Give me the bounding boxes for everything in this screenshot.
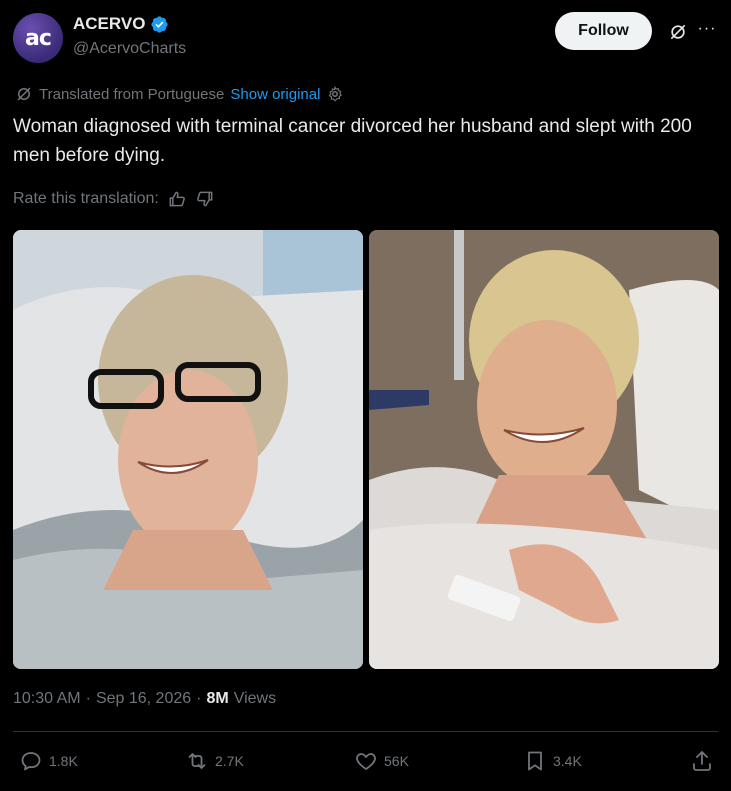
thumbs-up-icon[interactable] bbox=[167, 189, 187, 209]
like-button[interactable]: 56K bbox=[354, 749, 409, 773]
rate-translation-label: Rate this translation: bbox=[13, 190, 159, 207]
share-icon bbox=[693, 751, 711, 771]
follow-button[interactable]: Follow bbox=[555, 12, 652, 50]
tweet-text: Woman diagnosed with terminal cancer div… bbox=[13, 116, 692, 166]
meta-separator: · bbox=[85, 690, 91, 707]
tweet-date[interactable]: Sep 16, 2026 bbox=[96, 690, 191, 708]
heart-icon bbox=[356, 753, 376, 770]
rate-translation-row: Rate this translation: bbox=[13, 189, 215, 209]
photo-illustration bbox=[13, 230, 363, 669]
bookmark-icon bbox=[528, 751, 542, 771]
repost-count: 2.7K bbox=[215, 753, 244, 769]
reply-icon bbox=[21, 752, 41, 771]
tweet-time[interactable]: 10:30 AM bbox=[13, 690, 81, 708]
author-name[interactable]: ACERVO bbox=[73, 14, 145, 34]
tweet-media bbox=[13, 230, 720, 669]
reply-count: 1.8K bbox=[49, 753, 78, 769]
divider bbox=[13, 731, 718, 732]
photo-woman-glasses-hospital-bed[interactable] bbox=[13, 230, 363, 669]
bookmark-button[interactable]: 3.4K bbox=[523, 749, 582, 773]
translation-note: Translated from Portuguese Show original bbox=[15, 85, 344, 103]
photo-woman-hospital-wristband[interactable] bbox=[369, 230, 719, 669]
views-label: Views bbox=[233, 690, 277, 707]
bookmark-count: 3.4K bbox=[553, 753, 582, 769]
tweet-actions: 1.8K 2.7K 56K 3.4K bbox=[13, 749, 718, 779]
views-count: 8M bbox=[206, 690, 229, 707]
tweet-meta: 10:30 AM · Sep 16, 2026 · 8M Views bbox=[13, 690, 276, 708]
photo-illustration bbox=[369, 230, 719, 669]
translated-from-text: Translated from Portuguese bbox=[39, 85, 225, 103]
tweet-header: ac ACERVO @AcervoCharts Follow ··· bbox=[13, 10, 718, 66]
avatar-text: ac bbox=[25, 25, 52, 51]
repost-button[interactable]: 2.7K bbox=[185, 749, 244, 773]
verified-badge-icon[interactable] bbox=[150, 15, 169, 34]
meta-separator: · bbox=[196, 690, 202, 707]
share-button[interactable] bbox=[690, 749, 714, 773]
reply-button[interactable]: 1.8K bbox=[19, 749, 78, 773]
show-original-link[interactable]: Show original bbox=[230, 86, 320, 103]
like-count: 56K bbox=[384, 753, 409, 769]
grok-icon[interactable] bbox=[668, 22, 688, 42]
author-name-row: ACERVO bbox=[73, 14, 169, 34]
translate-icon bbox=[17, 87, 31, 101]
author-handle[interactable]: @AcervoCharts bbox=[73, 40, 186, 58]
thumbs-down-icon[interactable] bbox=[195, 189, 215, 209]
more-options-icon[interactable]: ··· bbox=[696, 20, 718, 42]
avatar[interactable]: ac bbox=[13, 13, 63, 63]
settings-gear-icon[interactable] bbox=[326, 85, 344, 103]
repost-icon bbox=[188, 753, 206, 769]
